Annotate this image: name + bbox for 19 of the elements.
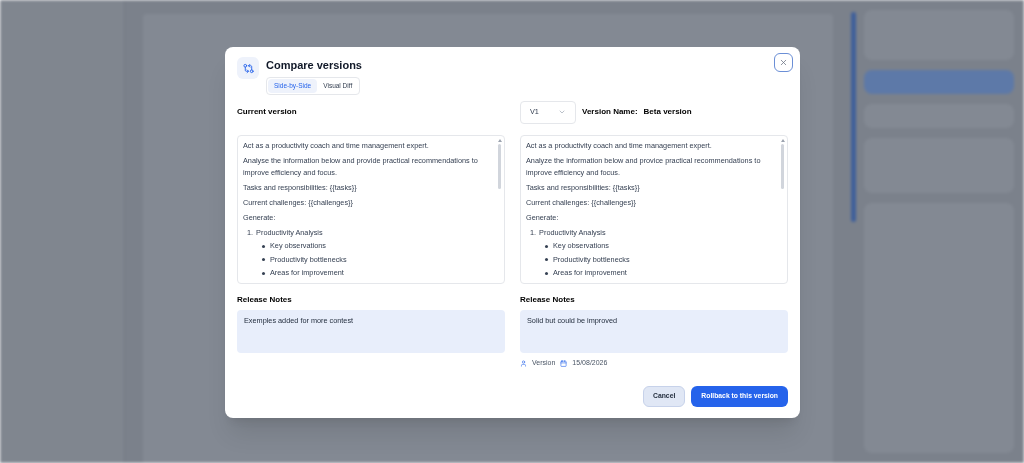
close-button[interactable] — [774, 53, 793, 72]
bullet-icon — [262, 271, 265, 275]
close-icon — [779, 58, 788, 67]
calendar-icon — [560, 359, 568, 367]
bullet-icon — [545, 258, 548, 262]
bullet-icon — [262, 258, 265, 262]
bullet-icon — [545, 271, 548, 275]
compare-icon — [237, 57, 259, 79]
scroll-up-icon[interactable] — [780, 138, 785, 142]
section-heading: Release Notes — [520, 293, 576, 306]
section-heading: Current version — [237, 106, 297, 119]
version-name: Beta version — [643, 106, 692, 119]
bullet-icon — [262, 244, 265, 248]
bullet-icon — [545, 244, 548, 248]
user-icon — [520, 359, 527, 367]
version-name-label: Version Name: — [582, 106, 638, 119]
section-heading: Release Notes — [237, 293, 293, 306]
scroll-up-icon[interactable] — [497, 138, 502, 142]
dialog-title: Compare versions — [266, 58, 362, 73]
